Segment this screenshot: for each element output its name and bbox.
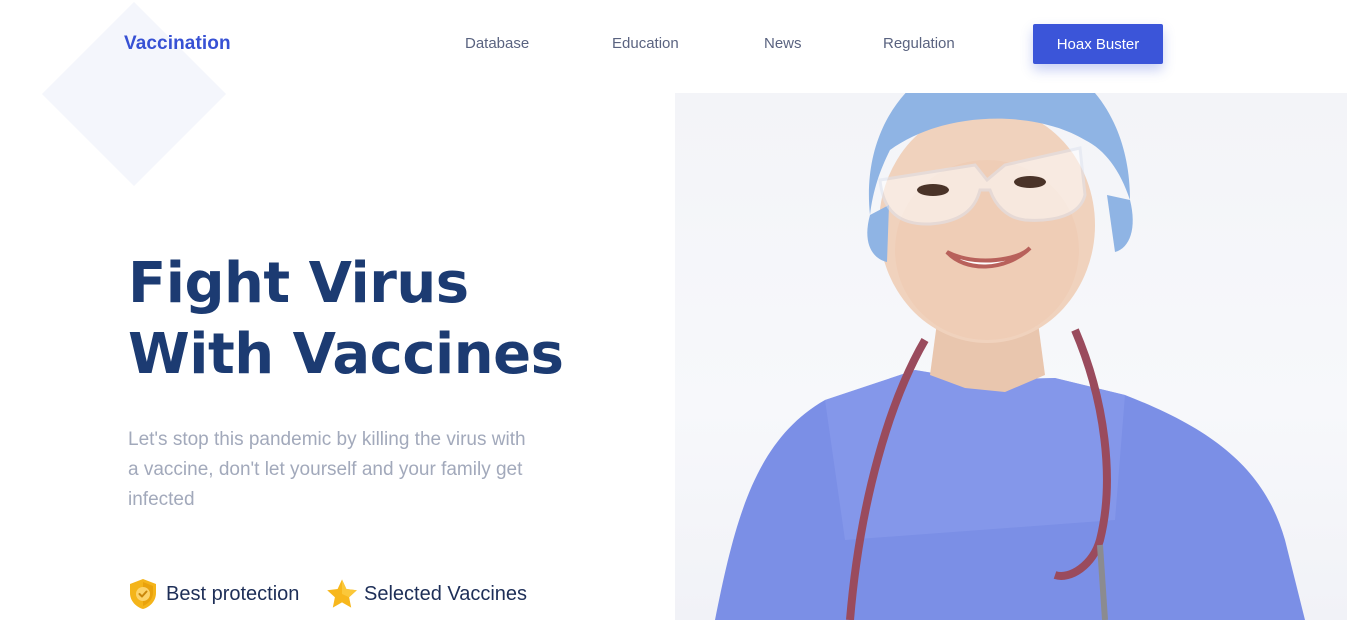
nav-education[interactable]: Education — [612, 35, 679, 52]
star-icon — [326, 578, 357, 610]
shield-check-icon — [128, 578, 158, 610]
headline-line-1: Fight Virus — [128, 251, 469, 316]
hero-headline: Fight Virus With Vaccines — [128, 248, 648, 390]
hero-image-doctor — [675, 93, 1347, 620]
hoax-buster-button[interactable]: Hoax Buster — [1033, 24, 1163, 64]
feature-label: Selected Vaccines — [364, 582, 528, 605]
decorative-diamond — [42, 2, 226, 186]
feature-list: Best protection Selected Vaccines — [128, 577, 588, 611]
nav-regulation[interactable]: Regulation — [883, 35, 955, 52]
nav-news[interactable]: News — [764, 35, 802, 52]
feature-selected-vaccines: Selected Vaccines — [326, 577, 527, 611]
feature-label: Best protection — [166, 582, 300, 605]
feature-best-protection: Best protection — [128, 577, 299, 611]
headline-line-2: With Vaccines — [128, 322, 564, 387]
nav-database[interactable]: Database — [465, 35, 529, 52]
hero-subtitle: Let's stop this pandemic by killing the … — [128, 429, 526, 510]
